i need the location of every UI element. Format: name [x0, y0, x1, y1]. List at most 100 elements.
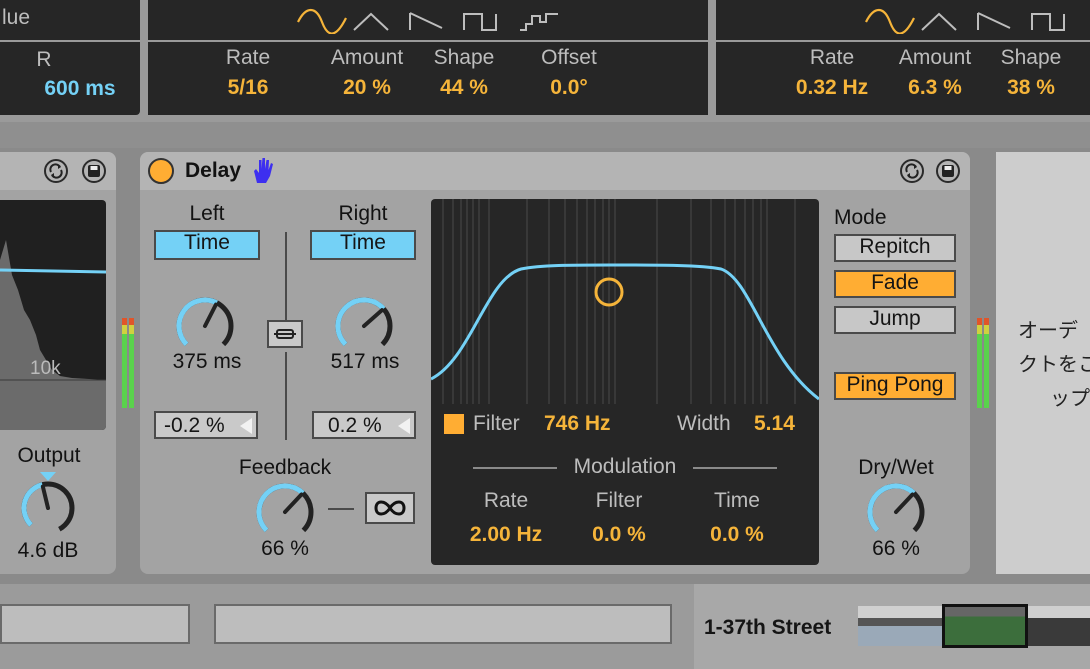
- feedback-value[interactable]: 66 %: [235, 537, 335, 561]
- lfo2-rate-value[interactable]: 0.32 Hz: [780, 76, 884, 100]
- sine-wave-icon[interactable]: [297, 8, 347, 34]
- right-time-value[interactable]: 517 ms: [312, 350, 418, 374]
- lfo2-shape[interactable]: Shape 38 %: [992, 46, 1070, 100]
- lfo2-rate[interactable]: Rate 0.32 Hz: [780, 46, 884, 100]
- bottom-field-2[interactable]: [214, 604, 672, 644]
- nudge-arrow-icon: [240, 418, 252, 434]
- eq-freq-label: 10k: [30, 358, 61, 379]
- lfo1-rate[interactable]: Rate 5/16: [208, 46, 288, 100]
- info-text-line-1: オーデ: [1018, 320, 1078, 342]
- mod-rate[interactable]: Rate 2.00 Hz: [451, 489, 561, 547]
- width-label: Width: [677, 412, 731, 435]
- lfo1-amount[interactable]: Amount 20 %: [324, 46, 410, 100]
- lfo1-panel: Rate 5/16 Amount 20 % Shape 44 % Offset …: [148, 42, 708, 115]
- left-offset-value: -0.2 %: [164, 414, 225, 437]
- triangle-wave-icon[interactable]: [921, 12, 957, 31]
- link-button[interactable]: [267, 320, 303, 348]
- drywet-value[interactable]: 66 %: [846, 537, 946, 561]
- hand-icon[interactable]: [250, 157, 276, 185]
- saw-wave-icon[interactable]: [977, 12, 1011, 30]
- bottom-field-1[interactable]: [0, 604, 190, 644]
- mod-time[interactable]: Time 0.0 %: [687, 489, 787, 547]
- output-value[interactable]: 4.6 dB: [0, 539, 96, 563]
- thumbnail-2-selected[interactable]: [942, 604, 1028, 648]
- lfo2-waveform-bar: [716, 0, 1090, 40]
- saw-wave-icon[interactable]: [409, 12, 443, 30]
- lfo2-amount[interactable]: Amount 6.3 %: [890, 46, 980, 100]
- mod-filter-value[interactable]: 0.0 %: [569, 523, 669, 547]
- left-time-mode-button[interactable]: Time: [154, 230, 260, 260]
- left-time-value[interactable]: 375 ms: [154, 350, 260, 374]
- filter-toggle[interactable]: [444, 414, 464, 434]
- mode-jump-button[interactable]: Jump: [834, 306, 956, 334]
- level-meter: [977, 318, 989, 408]
- filter-display: Filter 746 Hz Width 5.14 Modulation Rate…: [431, 199, 819, 565]
- right-offset-value: 0.2 %: [328, 414, 382, 437]
- feedback-label: Feedback: [238, 456, 332, 479]
- right-offset-field[interactable]: 0.2 %: [312, 411, 416, 439]
- modulation-title: Modulation: [573, 455, 677, 478]
- delay-header: Delay: [140, 152, 970, 190]
- lfo2-shape-value[interactable]: 38 %: [992, 76, 1070, 100]
- infinity-icon: [374, 500, 406, 516]
- output-label: Output: [17, 444, 81, 467]
- hot-swap-icon[interactable]: [44, 159, 68, 183]
- feedback-knob[interactable]: [250, 478, 320, 542]
- sine-wave-icon[interactable]: [865, 8, 915, 34]
- mod-filter-label: Filter: [595, 489, 643, 512]
- lfo1-offset-label: Offset: [541, 46, 597, 69]
- square-wave-icon[interactable]: [463, 13, 497, 31]
- lfo1-shape[interactable]: Shape 44 %: [424, 46, 504, 100]
- lfo2-shape-label: Shape: [1000, 46, 1062, 69]
- filter-label: Filter: [473, 412, 520, 435]
- filter-response-graph[interactable]: [431, 199, 819, 409]
- lfo1-rate-value[interactable]: 5/16: [208, 76, 288, 100]
- device-on-button[interactable]: [148, 158, 174, 184]
- save-preset-icon[interactable]: [82, 159, 106, 183]
- nudge-arrow-icon: [398, 418, 410, 434]
- thumbnail-1[interactable]: [858, 606, 944, 646]
- lfo1-amount-value[interactable]: 20 %: [324, 76, 410, 100]
- drywet-knob[interactable]: [861, 478, 931, 542]
- width-value[interactable]: 5.14: [754, 412, 795, 436]
- left-offset-field[interactable]: -0.2 %: [154, 411, 258, 439]
- freeze-button[interactable]: [365, 492, 415, 524]
- r-value[interactable]: 600 ms: [20, 77, 140, 101]
- bottom-left-area: [0, 584, 694, 669]
- eq-spectrum-display[interactable]: 10k: [0, 200, 106, 430]
- left-time-knob[interactable]: [170, 290, 240, 356]
- mode-repitch-button[interactable]: Repitch: [834, 234, 956, 262]
- device-title: Delay: [185, 159, 242, 182]
- mod-filter[interactable]: Filter 0.0 %: [569, 489, 669, 547]
- link-icon: [274, 329, 296, 339]
- random-wave-icon[interactable]: [520, 13, 558, 31]
- mode-fade-button[interactable]: Fade: [834, 270, 956, 298]
- lfo1-offset-value[interactable]: 0.0°: [522, 76, 616, 100]
- right-time-knob[interactable]: [329, 290, 399, 356]
- lfo2-amount-value[interactable]: 6.3 %: [890, 76, 980, 100]
- lfo1-amount-label: Amount: [330, 46, 404, 69]
- filter-value[interactable]: 746 Hz: [544, 412, 611, 436]
- hot-swap-icon[interactable]: [900, 159, 924, 183]
- lfo1-shape-label: Shape: [433, 46, 495, 69]
- lfo1-waveform-bar: [148, 0, 708, 40]
- lfo1-offset[interactable]: Offset 0.0°: [522, 46, 616, 100]
- lfo2-rate-label: Rate: [809, 46, 855, 69]
- ping-pong-button[interactable]: Ping Pong: [834, 372, 956, 400]
- delay-device: Delay Left Time 375 ms -0.2 % Right Time…: [140, 152, 970, 574]
- save-preset-icon[interactable]: [936, 159, 960, 183]
- link-line-bottom: [285, 352, 287, 440]
- square-wave-icon[interactable]: [1031, 13, 1065, 31]
- triangle-wave-icon[interactable]: [353, 12, 389, 31]
- mod-rate-value[interactable]: 2.00 Hz: [451, 523, 561, 547]
- thumbnail-3[interactable]: [1028, 606, 1090, 646]
- lfo2-panel: Rate 0.32 Hz Amount 6.3 % Shape 38 %: [716, 42, 1090, 115]
- eq-device: 10k Output 4.6 dB: [0, 152, 116, 574]
- output-knob[interactable]: [15, 470, 81, 536]
- lfo1-shape-value[interactable]: 44 %: [424, 76, 504, 100]
- level-meter: [122, 318, 134, 408]
- right-time-mode-button[interactable]: Time: [310, 230, 416, 260]
- modulation-rule-right: [693, 467, 777, 469]
- info-panel: オーデ クトをこ ップ: [996, 152, 1090, 574]
- mod-time-value[interactable]: 0.0 %: [687, 523, 787, 547]
